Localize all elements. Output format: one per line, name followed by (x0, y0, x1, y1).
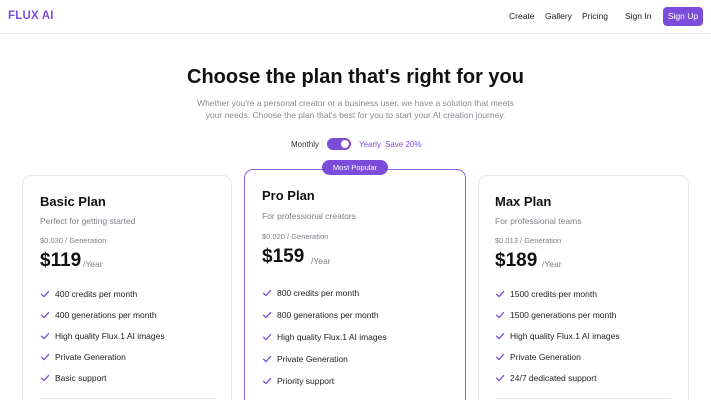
check-icon (262, 310, 272, 320)
top-nav-bar: FLUX AI Create Gallery Pricing Sign In S… (0, 0, 711, 34)
feature-text: High quality Flux.1 AI images (510, 331, 620, 341)
check-icon (262, 354, 272, 364)
feature-item: High quality Flux.1 AI images (262, 331, 462, 343)
check-icon (495, 310, 505, 320)
card-divider (495, 398, 671, 399)
check-icon (40, 352, 50, 362)
plan-price: $189 (495, 250, 538, 271)
plan-name: Pro Plan (262, 188, 315, 203)
feature-text: Basic support (55, 373, 107, 383)
feature-item: 800 generations per month (262, 309, 462, 321)
billing-period-toggle[interactable] (327, 138, 351, 150)
feature-text: 24/7 dedicated support (510, 373, 597, 383)
feature-item: High quality Flux.1 AI images (495, 330, 685, 342)
check-icon (495, 331, 505, 341)
plan-card-max: Max Plan For professional teams $0.013 /… (478, 175, 689, 400)
nav-create-link[interactable]: Create (509, 11, 535, 21)
check-icon (40, 289, 50, 299)
nav-pricing-link[interactable]: Pricing (582, 11, 608, 21)
feature-text: 400 generations per month (55, 310, 157, 320)
logo[interactable]: FLUX AI (8, 10, 54, 22)
check-icon (495, 373, 505, 383)
save-badge: Save 20% (385, 140, 422, 149)
feature-item: Private Generation (40, 351, 230, 363)
feature-item: High quality Flux.1 AI images (40, 330, 230, 342)
plan-period: /Year (542, 259, 562, 269)
feature-text: 800 credits per month (277, 288, 360, 298)
check-icon (262, 288, 272, 298)
feature-item: 400 credits per month (40, 288, 230, 300)
plan-name: Basic Plan (40, 194, 106, 209)
plan-description: For professional teams (495, 216, 582, 226)
page-title: Choose the plan that's right for you (187, 66, 524, 88)
feature-text: Private Generation (55, 352, 126, 362)
feature-text: 400 credits per month (55, 289, 138, 299)
page-subtitle-line: Whether you're a personal creator or a b… (197, 98, 514, 108)
feature-text: 1500 credits per month (510, 289, 597, 299)
toggle-knob (341, 140, 349, 148)
plan-description: Perfect for getting started (40, 216, 136, 226)
card-divider (40, 398, 216, 399)
plan-price: $119 (40, 250, 82, 271)
feature-text: High quality Flux.1 AI images (55, 331, 165, 341)
plan-period: /Year (311, 256, 331, 266)
page-subtitle-line: your needs. Choose the plan that's best … (205, 110, 506, 120)
price-per-generation: $0.013 / Generation (495, 236, 562, 245)
feature-text: Private Generation (510, 352, 581, 362)
feature-item: Basic support (40, 372, 230, 384)
feature-item: 400 generations per month (40, 309, 230, 321)
check-icon (262, 376, 272, 386)
plan-description: For professional creators (262, 211, 357, 221)
feature-item: 1500 credits per month (495, 288, 685, 300)
feature-text: 800 generations per month (277, 310, 379, 320)
billing-yearly-label[interactable]: Yearly (359, 140, 381, 149)
plan-card-pro: Pro Plan For professional creators $0.02… (244, 169, 466, 400)
check-icon (495, 289, 505, 299)
feature-item: Private Generation (262, 353, 462, 365)
feature-text: High quality Flux.1 AI images (277, 332, 387, 342)
plan-price: $159 (262, 246, 305, 267)
price-per-generation: $0.030 / Generation (40, 236, 107, 245)
check-icon (40, 331, 50, 341)
check-icon (495, 352, 505, 362)
plan-name: Max Plan (495, 194, 552, 209)
feature-text: 1500 generations per month (510, 310, 617, 320)
billing-monthly-label[interactable]: Monthly (291, 140, 319, 149)
page-subtitle: Whether you're a personal creator or a b… (180, 97, 531, 121)
price-per-generation: $0.020 / Generation (262, 232, 329, 241)
feature-item: 24/7 dedicated support (495, 372, 685, 384)
plan-card-basic: Basic Plan Perfect for getting started $… (22, 175, 232, 400)
feature-item: 1500 generations per month (495, 309, 685, 321)
most-popular-badge: Most Popular (322, 160, 388, 175)
feature-text: Private Generation (277, 354, 348, 364)
feature-item: 800 credits per month (262, 287, 462, 299)
nav-gallery-link[interactable]: Gallery (545, 11, 572, 21)
check-icon (40, 310, 50, 320)
plan-period: /Year (83, 259, 103, 269)
feature-text: Priority support (277, 376, 335, 386)
feature-item: Private Generation (495, 351, 685, 363)
feature-item: Priority support (262, 375, 462, 387)
check-icon (262, 332, 272, 342)
sign-up-button[interactable]: Sign Up (663, 7, 703, 26)
check-icon (40, 373, 50, 383)
sign-in-link[interactable]: Sign In (625, 11, 651, 21)
